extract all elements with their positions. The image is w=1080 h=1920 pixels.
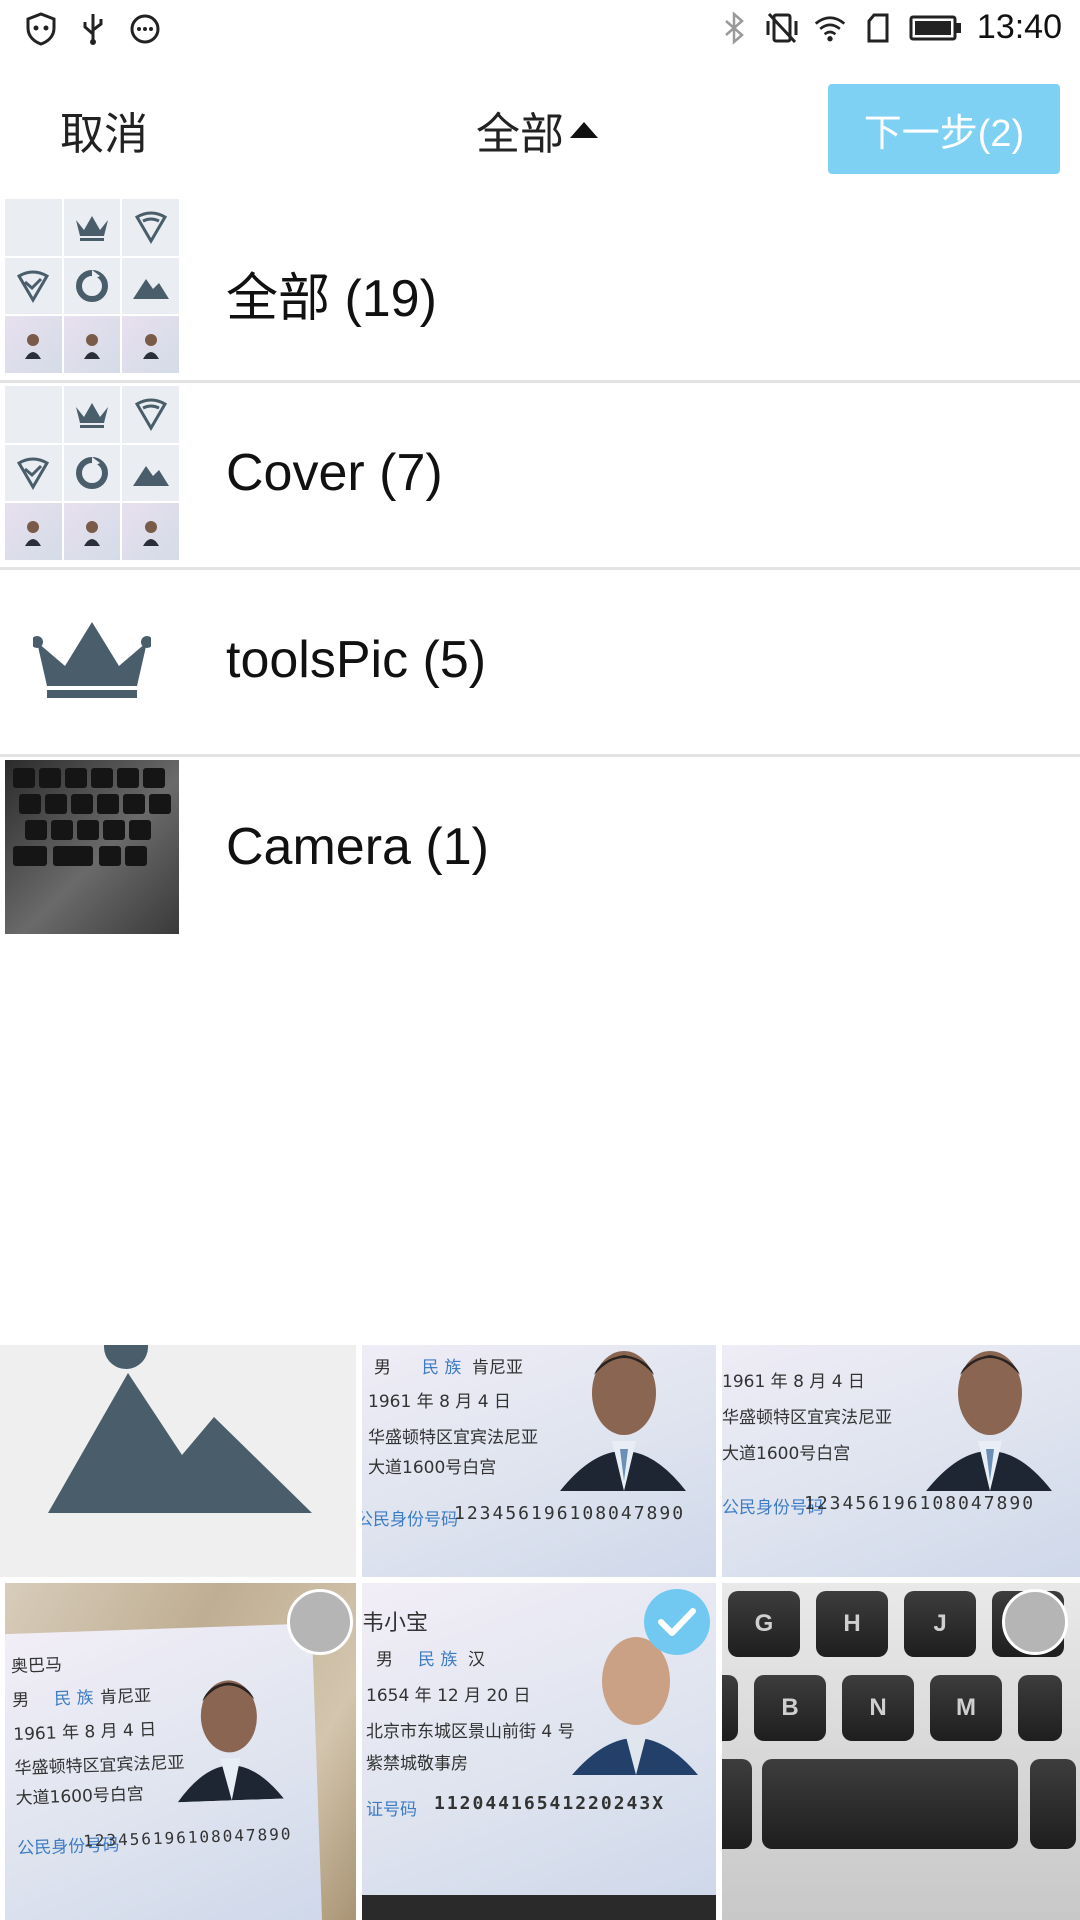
status-bar: 13:40 bbox=[0, 0, 1080, 62]
id-card-thumb bbox=[5, 316, 62, 373]
album-row-toolspic[interactable]: toolsPic (5) bbox=[0, 570, 1080, 757]
id-card-thumb bbox=[5, 503, 62, 560]
album-selector[interactable]: 全部 bbox=[476, 98, 598, 162]
vibrate-icon bbox=[765, 11, 799, 45]
album-row-all[interactable]: 全部 (19) bbox=[0, 196, 1080, 383]
shield-check-icon bbox=[5, 257, 62, 315]
chat-bubble-icon bbox=[128, 12, 162, 46]
portrait-photo bbox=[926, 1351, 1052, 1491]
clock: 13:40 bbox=[976, 8, 1062, 46]
photo-tile[interactable] bbox=[0, 1345, 356, 1577]
album-thumbnail bbox=[5, 386, 179, 560]
id-card-thumb bbox=[63, 316, 121, 373]
select-toggle[interactable] bbox=[287, 1589, 353, 1655]
crown-icon bbox=[63, 386, 121, 443]
portrait-photo bbox=[177, 1680, 284, 1803]
checkmark-icon bbox=[658, 1608, 696, 1636]
select-toggle[interactable] bbox=[1002, 1589, 1068, 1655]
caret-up-icon bbox=[570, 122, 598, 138]
battery-icon bbox=[909, 11, 963, 45]
keyboard-photo bbox=[5, 760, 179, 934]
id-card-thumb bbox=[122, 503, 179, 560]
mountain-icon bbox=[122, 257, 179, 315]
album-thumbnail bbox=[5, 573, 179, 747]
album-row-cover[interactable]: Cover (7) bbox=[0, 383, 1080, 570]
refresh-icon bbox=[63, 444, 121, 502]
album-label: Cover (7) bbox=[226, 444, 443, 502]
refresh-icon bbox=[63, 257, 121, 315]
mountain-icon bbox=[48, 1345, 312, 1513]
screenshot-thumb bbox=[5, 199, 62, 256]
screenshot-thumb bbox=[5, 386, 62, 443]
next-step-button[interactable]: 下一步(2) bbox=[828, 84, 1060, 174]
photo-tile[interactable]: 奥巴马 男 民 族 肯尼亚 1961 年 8 月 4 日 华盛顿特区宜宾法尼亚 … bbox=[5, 1583, 356, 1920]
album-label: 全部 (19) bbox=[226, 270, 437, 328]
wifi-shield-icon bbox=[122, 386, 179, 443]
album-selector-title: 全部 bbox=[476, 109, 564, 160]
top-bar: 取消 全部 下一步(2) bbox=[0, 62, 1080, 194]
photo-tile[interactable]: 韦小宝 男 民 族 汉 1654 年 12 月 20 日 北京市东城区景山前街 … bbox=[362, 1583, 716, 1920]
photo-tile[interactable]: G H J B N M bbox=[722, 1583, 1080, 1920]
album-thumbnail bbox=[5, 199, 179, 373]
crown-icon bbox=[63, 199, 121, 256]
mountain-icon bbox=[122, 444, 179, 502]
sim-icon bbox=[861, 11, 895, 45]
album-label: Camera (1) bbox=[226, 818, 489, 876]
id-card-thumb bbox=[63, 503, 121, 560]
cancel-button[interactable]: 取消 bbox=[60, 98, 148, 162]
id-card-thumb bbox=[122, 316, 179, 373]
crown-icon bbox=[33, 622, 151, 698]
bluetooth-icon bbox=[717, 10, 751, 45]
album-row-camera[interactable]: Camera (1) bbox=[0, 757, 1080, 944]
shield-icon bbox=[24, 12, 58, 46]
wifi-shield-icon bbox=[122, 199, 179, 256]
portrait-photo bbox=[560, 1351, 686, 1491]
photo-grid: 男 民 族 肯尼亚 1961 年 8 月 4 日 华盛顿特区宜宾法尼亚 大道16… bbox=[0, 1345, 1080, 1920]
album-list: 全部 (19) Cover (7) toolsPic (5) Camera (1… bbox=[0, 196, 1080, 944]
usb-icon bbox=[76, 12, 110, 46]
album-thumbnail bbox=[5, 760, 179, 934]
album-label: toolsPic (5) bbox=[226, 631, 487, 689]
select-toggle-checked[interactable] bbox=[644, 1589, 710, 1655]
wifi-icon bbox=[813, 11, 847, 45]
photo-tile[interactable]: 1961 年 8 月 4 日 华盛顿特区宜宾法尼亚 大道1600号白宫 公民身份… bbox=[722, 1345, 1080, 1577]
shield-check-icon bbox=[5, 444, 62, 502]
photo-tile[interactable]: 男 民 族 肯尼亚 1961 年 8 月 4 日 华盛顿特区宜宾法尼亚 大道16… bbox=[362, 1345, 716, 1577]
